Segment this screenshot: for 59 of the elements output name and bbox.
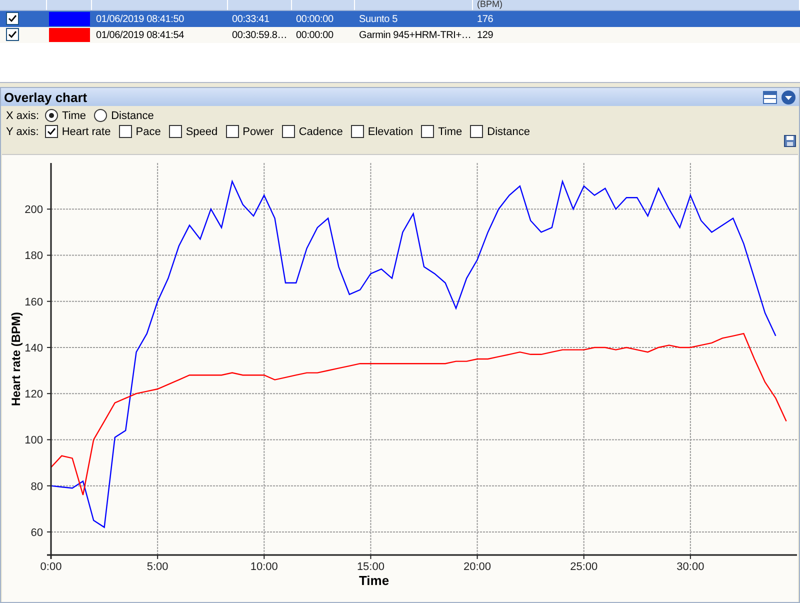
checkbox[interactable] — [350, 125, 364, 138]
table-cell: 00:00:00 — [296, 30, 334, 40]
save-icon[interactable] — [784, 135, 796, 150]
checkbox[interactable] — [118, 125, 132, 138]
checkbox[interactable] — [470, 125, 484, 138]
grid-row[interactable]: 01/06/2019 08:41:54 00:30:59.8… 00:00:00 Garmin 945+HRM-TRI+… 129 — [0, 27, 800, 43]
y-tick-label: 80 — [30, 480, 43, 493]
checkbox[interactable] — [421, 125, 434, 138]
checkbox-option[interactable]: Elevation — [350, 125, 414, 138]
grid-row[interactable]: 01/06/2019 08:41:50 00:33:41 00:00:00 Suunto 5 176 — [0, 11, 800, 27]
x-tick-label: 15:00 — [356, 561, 384, 573]
radio-option[interactable]: Time — [45, 109, 86, 122]
radio-button[interactable] — [45, 109, 58, 122]
y-tick-label: 60 — [30, 526, 43, 539]
table-cell: Suunto 5 — [359, 14, 398, 24]
column-header[interactable]: (BPM) — [477, 0, 502, 9]
x-tick-label: 5:00 — [146, 561, 168, 573]
y-tick-label: 200 — [24, 204, 43, 216]
y-tick-label: 140 — [24, 342, 43, 354]
table-cell: 00:30:59.8… — [232, 30, 288, 40]
y-tick-label: 120 — [24, 388, 43, 401]
table-cell: 176 — [477, 14, 494, 24]
x-tick-label: 30:00 — [676, 561, 704, 573]
checkbox-option[interactable]: Power — [226, 125, 274, 138]
row-checkbox[interactable] — [6, 12, 19, 25]
panel-title: Overlay chart — [4, 90, 88, 104]
checkbox-option[interactable]: Heart rate — [44, 125, 111, 138]
x-axis-label: X axis: — [6, 110, 40, 122]
checkbox-option[interactable]: Speed — [168, 125, 218, 138]
y-tick-label: 100 — [24, 434, 43, 447]
checkbox[interactable] — [44, 125, 58, 138]
x-tick-label: 25:00 — [570, 561, 598, 573]
table-cell: 00:00:00 — [296, 14, 334, 24]
checkbox-option[interactable]: Time — [421, 125, 462, 138]
checkbox[interactable] — [226, 125, 239, 138]
table-cell: 00:33:41 — [232, 14, 270, 24]
row-checkbox[interactable] — [6, 28, 19, 41]
checkbox[interactable] — [282, 125, 295, 138]
radio-button[interactable] — [94, 109, 108, 122]
checkbox-option[interactable]: Cadence — [282, 125, 343, 138]
y-tick-label: 180 — [24, 250, 43, 262]
layout-icon[interactable] — [763, 90, 777, 104]
y-tick-label: 160 — [24, 296, 43, 308]
x-axis-title: Time — [358, 573, 390, 588]
x-tick-label: 10:00 — [250, 561, 278, 573]
table-cell: 129 — [477, 30, 494, 40]
checkbox-option[interactable]: Distance — [470, 125, 530, 138]
table-cell: 01/06/2019 08:41:50 — [96, 14, 184, 24]
dropdown-icon[interactable] — [781, 90, 796, 104]
radio-dot-icon — [49, 113, 54, 118]
y-axis-label: Y axis: — [6, 126, 39, 138]
x-tick-label: 0:00 — [40, 561, 62, 573]
table-cell: Garmin 945+HRM-TRI+… — [359, 30, 472, 40]
table-cell: 01/06/2019 08:41:54 — [96, 30, 184, 40]
checkbox-option[interactable]: Pace — [118, 125, 161, 138]
x-tick-label: 20:00 — [464, 561, 492, 573]
y-axis-title: Heart rate (BPM) — [9, 312, 23, 406]
radio-option[interactable]: Distance — [94, 109, 154, 122]
checkbox[interactable] — [168, 125, 182, 138]
